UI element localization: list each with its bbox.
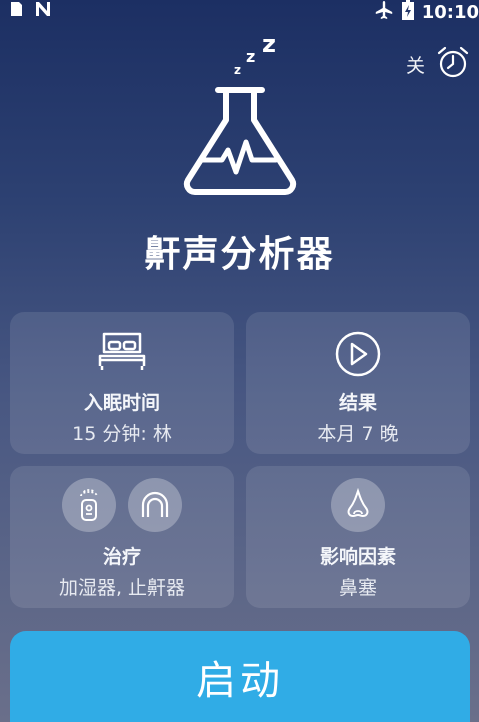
sd-card-icon	[8, 1, 24, 21]
results-value: 本月 7 晚	[317, 423, 399, 445]
sleep-time-card[interactable]: 入眠时间 15 分钟: 林	[10, 312, 234, 454]
svg-text:z: z	[262, 30, 276, 58]
status-bar: 10:10	[0, 0, 479, 24]
results-card[interactable]: 结果 本月 7 晚	[246, 312, 470, 454]
alarm-state-label: 关	[405, 54, 425, 77]
remedies-card[interactable]: 治疗 加湿器, 止鼾器	[10, 466, 234, 608]
mouthguard-icon	[128, 478, 182, 532]
sleep-flask-logo-icon: z z z	[180, 30, 300, 200]
airplane-icon	[374, 0, 394, 24]
svg-text:z: z	[246, 47, 255, 66]
start-button[interactable]: 启动	[10, 631, 470, 722]
sleep-time-title: 入眠时间	[83, 392, 160, 414]
alarm-clock-icon	[435, 44, 471, 84]
factors-value: 鼻塞	[338, 577, 377, 599]
svg-text:z: z	[234, 63, 241, 77]
alarm-toggle[interactable]: 关	[406, 44, 471, 84]
nose-icon	[331, 478, 385, 532]
bed-icon	[98, 330, 146, 378]
sleep-time-value: 15 分钟: 林	[72, 423, 172, 445]
battery-charging-icon	[401, 0, 414, 24]
n-notification-icon	[34, 1, 54, 21]
app-title: 鼾声分析器	[144, 234, 335, 275]
factors-title: 影响因素	[319, 546, 396, 568]
remedies-value: 加湿器, 止鼾器	[58, 577, 186, 599]
humidifier-icon	[62, 478, 116, 532]
remedies-title: 治疗	[102, 546, 141, 568]
factors-card[interactable]: 影响因素 鼻塞	[246, 466, 470, 608]
results-title: 结果	[338, 392, 377, 414]
status-time: 10:10	[421, 1, 479, 23]
play-circle-icon	[334, 330, 382, 382]
